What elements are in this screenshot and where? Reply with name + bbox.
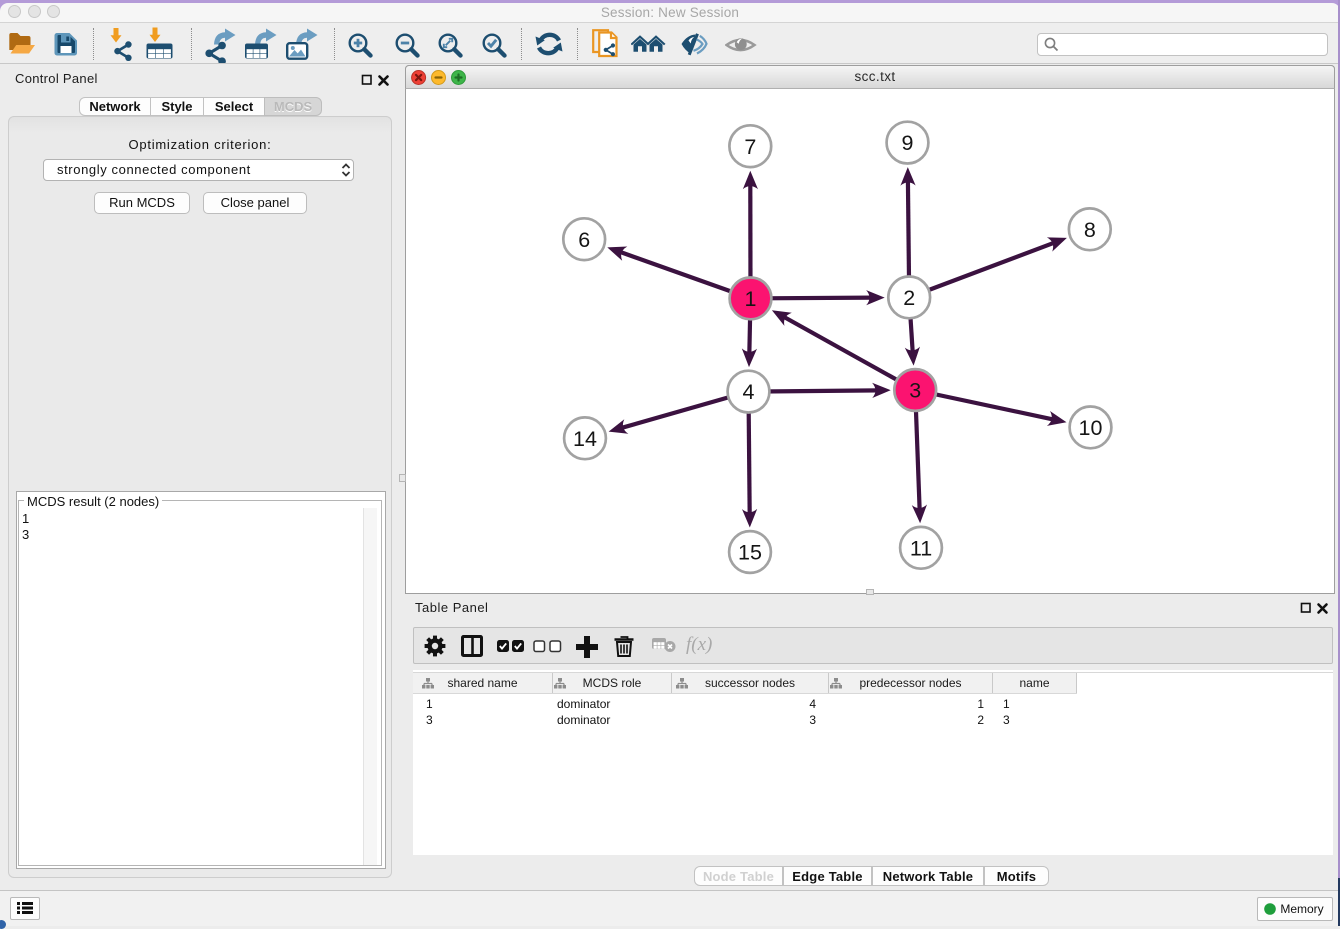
svg-text:11: 11 bbox=[910, 536, 932, 560]
svg-text:2: 2 bbox=[903, 286, 915, 310]
svg-text:7: 7 bbox=[744, 135, 756, 159]
svg-text:8: 8 bbox=[1084, 218, 1096, 242]
svg-text:10: 10 bbox=[1079, 416, 1103, 440]
svg-text:4: 4 bbox=[743, 380, 755, 404]
svg-text:9: 9 bbox=[902, 131, 914, 155]
svg-text:15: 15 bbox=[738, 541, 762, 565]
svg-text:6: 6 bbox=[578, 228, 590, 252]
svg-text:14: 14 bbox=[573, 427, 597, 451]
svg-text:3: 3 bbox=[909, 379, 921, 403]
svg-text:1: 1 bbox=[745, 287, 757, 311]
